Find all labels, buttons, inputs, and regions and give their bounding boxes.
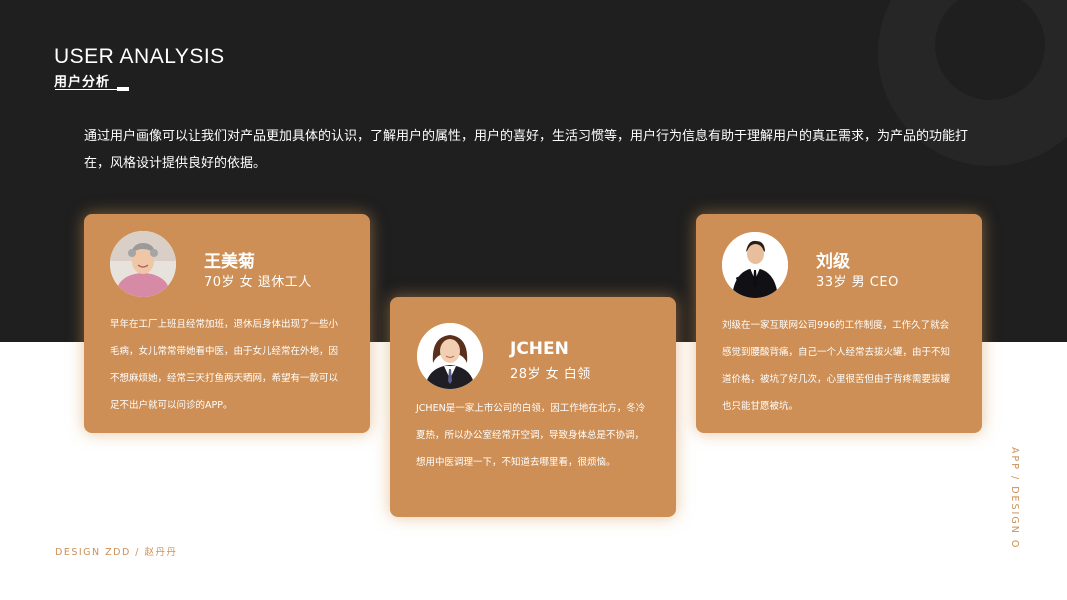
user-description: 早年在工厂上班且经常加班，退休后身体出现了一些小毛病，女儿常常带她看中医，由于女… (110, 319, 339, 411)
user-card-wang: 王美菊 70岁 女 退休工人 早年在工厂上班且经常加班，退休后身体出现了一些小毛… (84, 214, 370, 433)
page-subtitle: 用户分析 (54, 75, 111, 90)
user-card-liu: 刘级 33岁 男 CEO 刘级在一家互联网公司996的工作制度，工作久了就会感觉… (696, 214, 982, 433)
user-description: 刘级在一家互联网公司996的工作制度，工作久了就会感觉到腰酸背痛，自己一个人经常… (722, 320, 951, 412)
footer-credit: DESIGN ZDD / 赵丹丹 (55, 547, 178, 558)
user-meta: 70岁 女 退休工人 (204, 275, 312, 290)
businessman-avatar-icon (722, 232, 788, 298)
vertical-side-label: APP / DESIGN O (1009, 447, 1020, 550)
user-meta: 33岁 男 CEO (816, 275, 899, 290)
title-underline (55, 89, 117, 90)
user-name: 王美菊 (204, 252, 255, 272)
page-title: USER ANALYSIS (54, 45, 225, 68)
user-name: JCHEN (510, 339, 569, 359)
user-description: JCHEN是一家上市公司的白领，因工作地在北方，冬冷夏热，所以办公室经常开空调，… (416, 403, 646, 468)
intro-paragraph: 通过用户画像可以让我们对产品更加具体的认识，了解用户的属性，用户的喜好，生活习惯… (84, 129, 969, 171)
user-name: 刘级 (816, 252, 850, 272)
title-underline-accent (117, 87, 129, 91)
elderly-woman-avatar-icon (110, 231, 176, 297)
businesswoman-avatar-icon (417, 323, 483, 389)
user-meta: 28岁 女 白领 (510, 367, 591, 382)
user-card-jchen: JCHEN 28岁 女 白领 JCHEN是一家上市公司的白领，因工作地在北方，冬… (390, 297, 676, 517)
